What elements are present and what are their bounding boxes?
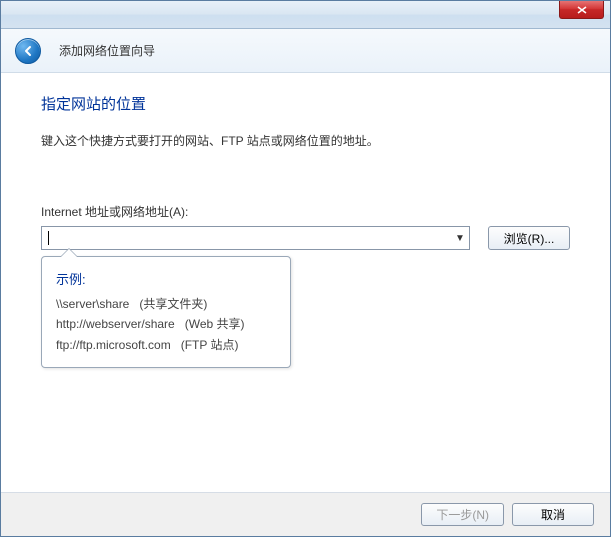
close-icon: [577, 6, 587, 14]
titlebar: [1, 1, 610, 29]
page-instruction: 键入这个快捷方式要打开的网站、FTP 站点或网络位置的地址。: [41, 132, 570, 149]
tooltip-title: 示例:: [56, 269, 276, 288]
header-row: 添加网络位置向导: [1, 29, 610, 73]
next-button[interactable]: 下一步(N): [421, 503, 504, 526]
content-area: 指定网站的位置 键入这个快捷方式要打开的网站、FTP 站点或网络位置的地址。 I…: [1, 73, 610, 250]
text-cursor: [48, 231, 49, 245]
back-button[interactable]: [15, 38, 41, 64]
address-combobox[interactable]: ▼: [41, 226, 470, 250]
wizard-window: 添加网络位置向导 指定网站的位置 键入这个快捷方式要打开的网站、FTP 站点或网…: [0, 0, 611, 537]
cancel-button[interactable]: 取消: [512, 503, 594, 526]
wizard-title: 添加网络位置向导: [59, 42, 155, 59]
footer: 下一步(N) 取消: [1, 492, 610, 536]
page-heading: 指定网站的位置: [41, 93, 570, 114]
example-line: ftp://ftp.microsoft.com(FTP 站点): [56, 335, 276, 355]
close-button[interactable]: [559, 1, 604, 19]
address-input[interactable]: [42, 227, 451, 249]
example-line: http://webserver/share(Web 共享): [56, 314, 276, 334]
example-line: \\server\share(共享文件夹): [56, 294, 276, 314]
arrow-left-icon: [21, 44, 35, 58]
browse-button[interactable]: 浏览(R)...: [488, 226, 570, 250]
examples-tooltip: 示例: \\server\share(共享文件夹) http://webserv…: [41, 256, 291, 368]
address-label: Internet 地址或网络地址(A):: [41, 203, 570, 220]
chevron-down-icon[interactable]: ▼: [451, 233, 469, 244]
